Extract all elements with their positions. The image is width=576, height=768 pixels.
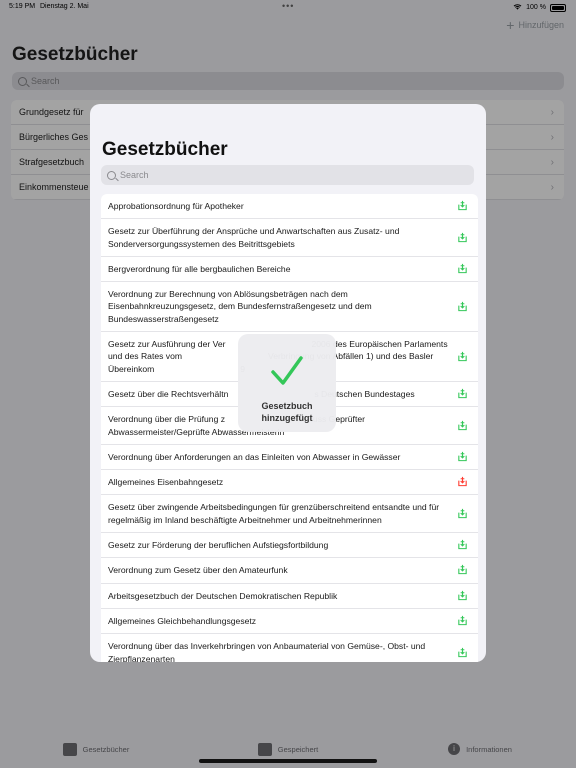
list-item[interactable]: Allgemeines Gleichbehandlungsgesetz	[101, 609, 478, 635]
list-item-label: Arbeitsgesetzbuch der Deutschen Demokrat…	[108, 590, 338, 601]
add-download-icon[interactable]	[457, 451, 468, 462]
add-download-icon[interactable]	[457, 420, 468, 431]
list-item[interactable]: Gesetz über zwingende Arbeitsbedingungen…	[101, 495, 478, 534]
list-item-label: Verordnung über Anforderungen an das Ein…	[108, 451, 401, 462]
list-item[interactable]: Gesetz zur Förderung der beruflichen Auf…	[101, 533, 478, 559]
add-download-icon[interactable]	[457, 263, 468, 274]
search-icon	[107, 170, 116, 180]
list-item[interactable]: Verordnung zum Gesetz über den Amateurfu…	[101, 558, 478, 584]
list-item[interactable]: Bergverordnung für alle bergbaulichen Be…	[101, 257, 478, 283]
add-download-icon[interactable]	[457, 301, 468, 312]
remove-download-icon[interactable]	[457, 476, 468, 487]
list-item[interactable]: Allgemeines Eisenbahngesetz	[101, 470, 478, 496]
modal-title: Gesetzbücher	[102, 139, 228, 160]
add-download-icon[interactable]	[457, 590, 468, 601]
add-download-icon[interactable]	[457, 508, 468, 519]
hud-message: Gesetzbuch hinzugefügt	[261, 401, 313, 423]
list-item[interactable]: Arbeitsgesetzbuch der Deutschen Demokrat…	[101, 584, 478, 609]
list-item-label: Verordnung zum Gesetz über den Amateurfu…	[108, 565, 288, 576]
add-download-icon[interactable]	[457, 539, 468, 550]
add-download-icon[interactable]	[457, 232, 468, 243]
add-download-icon[interactable]	[457, 200, 468, 211]
list-item[interactable]: Gesetz zur Überführung der Ansprüche und…	[101, 219, 478, 257]
list-item-label: Verordnung zur Berechnung von Ablösungsb…	[108, 289, 375, 324]
add-download-icon[interactable]	[457, 564, 468, 575]
list-item-label: Verordnung über das Inverkehrbringen von…	[108, 641, 428, 662]
list-item-label: Allgemeines Eisenbahngesetz	[108, 477, 224, 488]
success-hud: Gesetzbuch hinzugefügt	[238, 334, 336, 432]
checkmark-icon	[271, 356, 303, 385]
list-item-label: Approbationsordnung für Apotheker	[108, 201, 244, 211]
list-item-label: Gesetz zur Förderung der beruflichen Auf…	[108, 540, 329, 551]
add-download-icon[interactable]	[457, 615, 468, 626]
list-item[interactable]: Approbationsordnung für Apotheker	[101, 194, 478, 220]
list-item[interactable]: Verordnung über Anforderungen an das Ein…	[101, 445, 478, 471]
add-download-icon[interactable]	[457, 647, 468, 658]
home-indicator[interactable]	[199, 759, 377, 763]
modal-search-input[interactable]: Search	[101, 165, 474, 185]
list-item-label: Bergverordnung für alle bergbaulichen Be…	[108, 263, 291, 274]
list-item-label: Gesetz zur Überführung der Ansprüche und…	[108, 226, 402, 249]
add-download-icon[interactable]	[457, 351, 468, 362]
list-item-label: Gesetz über zwingende Arbeitsbedingungen…	[108, 502, 442, 525]
add-download-icon[interactable]	[457, 388, 468, 399]
search-placeholder: Search	[120, 170, 149, 180]
list-item[interactable]: Verordnung über das Inverkehrbringen von…	[101, 634, 478, 662]
list-item[interactable]: Verordnung zur Berechnung von Ablösungsb…	[101, 282, 478, 333]
list-item-label: Allgemeines Gleichbehandlungsgesetz	[108, 615, 257, 626]
